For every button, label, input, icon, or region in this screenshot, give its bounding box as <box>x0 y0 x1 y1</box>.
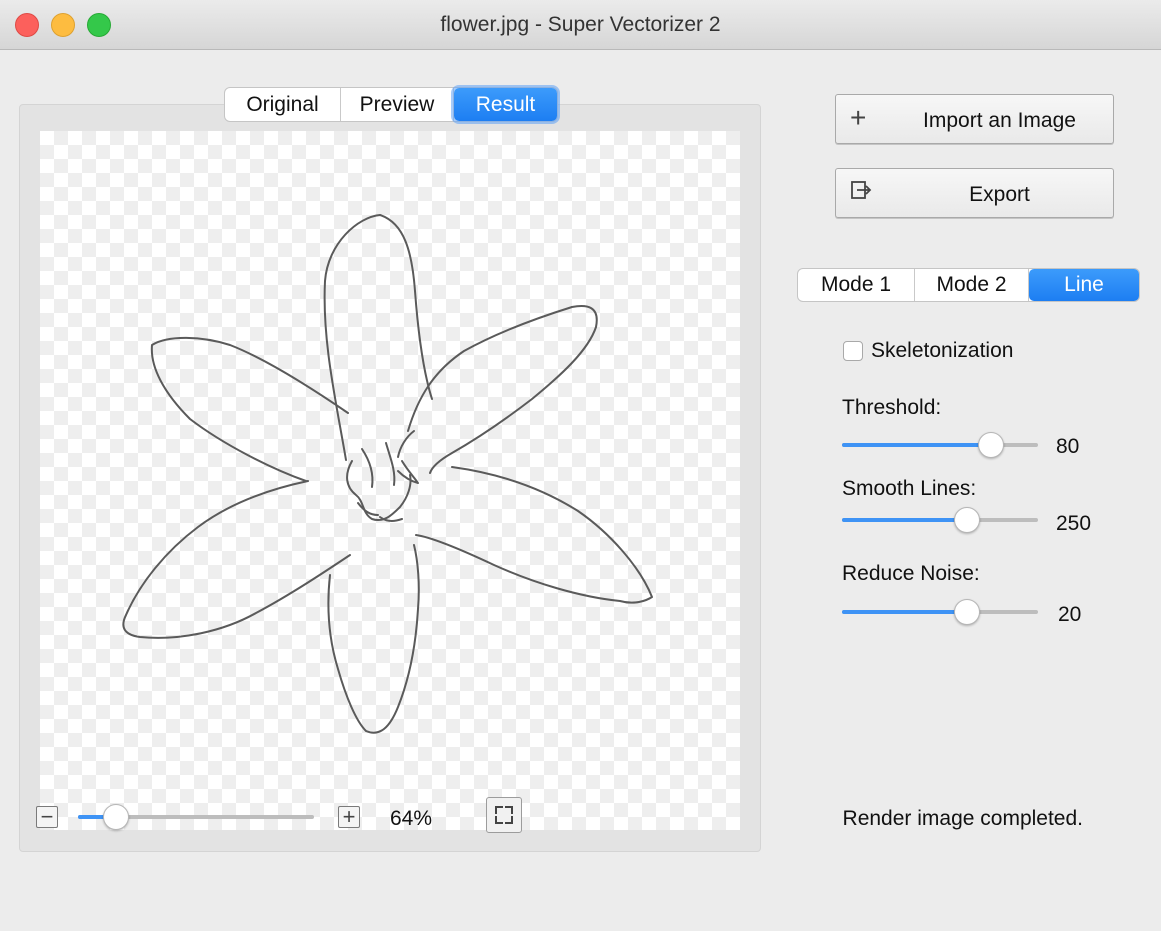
status-text: Render image completed. <box>842 807 1083 830</box>
tab-mode-1[interactable]: Mode 1 <box>798 269 915 301</box>
smooth-lines-slider[interactable] <box>842 505 1038 535</box>
zoom-out-button[interactable]: − <box>36 806 58 828</box>
tab-mode-2[interactable]: Mode 2 <box>915 269 1029 301</box>
smooth-lines-label: Smooth Lines: <box>842 477 977 500</box>
window-title: flower.jpg - Super Vectorizer 2 <box>440 13 721 36</box>
title-bar: flower.jpg - Super Vectorizer 2 <box>0 0 1161 50</box>
tab-line[interactable]: Line <box>1029 269 1139 301</box>
import-image-button[interactable]: + Import an Image <box>835 94 1114 144</box>
threshold-label: Threshold: <box>842 396 942 419</box>
threshold-slider[interactable] <box>842 430 1038 460</box>
zoom-level: 64% <box>390 807 433 830</box>
reduce-noise-label: Reduce Noise: <box>842 562 980 585</box>
skeletonization-label: Skeletonization <box>871 339 1014 362</box>
fit-screen-icon <box>495 806 503 814</box>
tab-result[interactable]: Result <box>454 88 557 121</box>
reduce-noise-slider[interactable] <box>842 597 1038 627</box>
minus-icon: − <box>40 804 54 829</box>
result-canvas[interactable] <box>40 131 740 830</box>
export-icon <box>850 178 872 206</box>
threshold-value: 80 <box>1056 435 1080 458</box>
tab-original[interactable]: Original <box>225 88 341 121</box>
vectorized-flower-image <box>122 214 653 734</box>
export-label: Export <box>969 183 1030 206</box>
smooth-lines-value: 250 <box>1056 512 1092 535</box>
export-button[interactable]: Export <box>835 168 1114 218</box>
plus-icon: + <box>850 102 867 133</box>
reduce-noise-value: 20 <box>1058 603 1082 626</box>
mode-segmented-control: Mode 1 Mode 2 Line <box>797 268 1140 302</box>
zoom-slider-thumb[interactable] <box>103 804 129 830</box>
import-image-label: Import an Image <box>923 109 1076 132</box>
tab-preview[interactable]: Preview <box>341 88 454 121</box>
view-segmented-control: Original Preview Result <box>224 87 558 122</box>
fit-to-window-button[interactable] <box>486 797 522 833</box>
zoom-slider[interactable] <box>78 802 314 832</box>
plus-icon: + <box>342 804 356 829</box>
reduce-noise-slider-thumb[interactable] <box>954 599 980 625</box>
skeletonization-checkbox[interactable] <box>843 341 863 361</box>
zoom-in-button[interactable]: + <box>338 806 360 828</box>
smooth-lines-slider-thumb[interactable] <box>954 507 980 533</box>
skeletonization-option[interactable]: Skeletonization <box>843 339 1013 363</box>
threshold-slider-thumb[interactable] <box>978 432 1004 458</box>
